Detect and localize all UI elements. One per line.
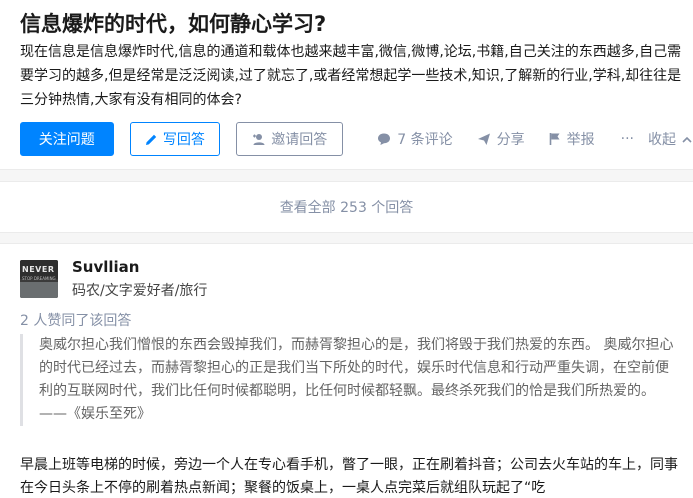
comments-label: 7 条评论 <box>397 132 453 148</box>
comments-button[interactable]: 7 条评论 <box>377 129 453 149</box>
flag-icon <box>549 132 561 146</box>
paper-plane-icon <box>477 132 491 146</box>
report-label: 举报 <box>566 132 595 148</box>
collapse-label: 收起 <box>648 132 676 148</box>
collapse-button[interactable]: 收起 <box>648 129 692 149</box>
report-button[interactable]: 举报 <box>549 129 595 149</box>
author-name[interactable]: Suvllian <box>72 258 140 276</box>
question-card: 信息爆炸的时代，如何静心学习? 现在信息是信息爆炸时代,信息的通道和载体也越来越… <box>0 0 693 170</box>
write-answer-button[interactable]: 写回答 <box>129 122 221 156</box>
invite-answer-label: 邀请回答 <box>271 132 328 148</box>
answer-quote: 奥威尔担心我们憎恨的东西会毁掉我们，而赫胥黎担心的是，我们将毁于我们热爱的东西。… <box>20 334 680 426</box>
add-person-icon <box>252 133 266 146</box>
question-detail: 现在信息是信息爆炸时代,信息的通道和载体也越来越丰富,微信,微博,论坛,书籍,自… <box>20 44 682 108</box>
more-button[interactable]: ··· <box>621 131 634 147</box>
invite-answer-button[interactable]: 邀请回答 <box>236 122 344 156</box>
question-title[interactable]: 信息爆炸的时代，如何静心学习? <box>20 8 326 38</box>
avatar-text: NEVER <box>22 265 55 274</box>
avatar-subtext: STOP DREAMING <box>22 276 56 281</box>
chevron-up-icon <box>682 136 692 143</box>
follow-question-button[interactable]: 关注问题 <box>20 122 114 156</box>
view-all-answers-button[interactable]: 查看全部 253 个回答 <box>0 181 693 233</box>
view-all-answers-label: 查看全部 253 个回答 <box>279 200 414 216</box>
pencil-icon <box>145 133 158 146</box>
avatar-bottom <box>20 282 58 298</box>
write-answer-label: 写回答 <box>162 132 205 148</box>
avatar[interactable]: NEVER STOP DREAMING <box>20 260 58 298</box>
author-bio: 码农/文字爱好者/旅行 <box>72 283 208 299</box>
share-label: 分享 <box>496 132 525 148</box>
upvote-count[interactable]: 2 人赞同了该回答 <box>20 310 131 330</box>
follow-question-label: 关注问题 <box>38 132 95 148</box>
more-icon: ··· <box>620 131 634 147</box>
answer-body: 早晨上班等电梯的时候，旁边一个人在专心看手机，瞥了一眼，正在刷着抖音；公司去火车… <box>20 457 678 496</box>
question-actions: 关注问题 写回答 邀请回答 7 条评论 分享 举报 ··· 收起 <box>20 122 692 156</box>
share-button[interactable]: 分享 <box>477 129 525 149</box>
answer-card: NEVER STOP DREAMING Suvllian 码农/文字爱好者/旅行… <box>0 243 693 498</box>
comment-bubble-icon <box>377 132 391 146</box>
